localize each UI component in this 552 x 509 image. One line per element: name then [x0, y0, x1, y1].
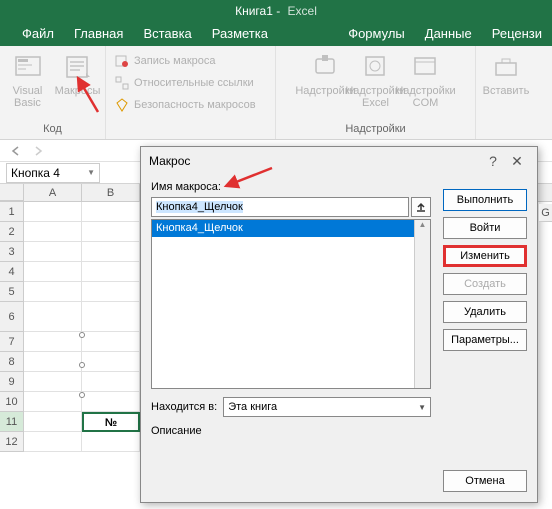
- doc-title: Книга1: [235, 4, 273, 18]
- active-cell[interactable]: №: [82, 412, 140, 432]
- macro-name-label: Имя макроса:: [151, 181, 431, 193]
- macro-name-input[interactable]: Кнопка4_Щелчок: [151, 197, 409, 217]
- macros-icon: [62, 51, 94, 83]
- record-icon: [114, 53, 130, 69]
- tab-review[interactable]: Рецензи: [482, 22, 552, 46]
- macro-security-button[interactable]: Безопасность макросов: [110, 94, 260, 116]
- visual-basic-button[interactable]: Visual Basic: [3, 48, 53, 118]
- row-header[interactable]: 2: [0, 222, 24, 242]
- ribbon: Visual Basic Макросы Код Запись макроса …: [0, 46, 552, 140]
- resize-handle[interactable]: [79, 392, 85, 398]
- name-box[interactable]: Кнопка 4 ▼: [6, 163, 100, 183]
- location-label: Находится в:: [151, 401, 217, 413]
- macros-button[interactable]: Макросы: [53, 48, 103, 118]
- chevron-down-icon: ▼: [418, 403, 426, 412]
- scrollbar[interactable]: [414, 220, 430, 388]
- redo-icon[interactable]: [30, 143, 46, 159]
- close-button[interactable]: ✕: [505, 153, 529, 170]
- row-header[interactable]: 11: [0, 412, 24, 432]
- addins-icon: [310, 51, 342, 83]
- tab-insert[interactable]: Вставка: [133, 22, 201, 46]
- toolbox-icon: [490, 51, 522, 83]
- select-all-corner[interactable]: [0, 184, 24, 201]
- security-icon: [114, 97, 130, 113]
- col-header-g[interactable]: G: [538, 204, 552, 222]
- step-into-button[interactable]: Войти: [443, 217, 527, 239]
- col-header-a[interactable]: A: [24, 184, 82, 201]
- tab-data[interactable]: Данные: [415, 22, 482, 46]
- dialog-title: Макрос: [149, 154, 190, 168]
- resize-handle[interactable]: [79, 332, 85, 338]
- goto-button[interactable]: [411, 197, 431, 217]
- row-header[interactable]: 7: [0, 332, 24, 352]
- create-button: Создать: [443, 273, 527, 295]
- macro-dialog: Макрос ? ✕ Имя макроса: Кнопка4_Щелчок К…: [140, 146, 538, 503]
- ribbon-tabs: Файл Главная Вставка Разметка страницы Ф…: [0, 22, 552, 46]
- record-macro-button[interactable]: Запись макроса: [110, 50, 220, 72]
- options-button[interactable]: Параметры...: [443, 329, 527, 351]
- description-label: Описание: [151, 425, 431, 437]
- row-header[interactable]: 3: [0, 242, 24, 262]
- title-bar: Книга1 - Excel: [0, 0, 552, 22]
- row-header[interactable]: 8: [0, 352, 24, 372]
- row-header[interactable]: 12: [0, 432, 24, 452]
- addins-group-label: Надстройки: [345, 123, 405, 137]
- cancel-button[interactable]: Отмена: [443, 470, 527, 492]
- row-header[interactable]: 10: [0, 392, 24, 412]
- row-header[interactable]: 4: [0, 262, 24, 282]
- location-select[interactable]: Эта книга ▼: [223, 397, 431, 417]
- relative-refs-button[interactable]: Относительные ссылки: [110, 72, 258, 94]
- run-button[interactable]: Выполнить: [443, 189, 527, 211]
- addins-button[interactable]: Надстройки: [301, 48, 351, 118]
- relative-icon: [114, 75, 130, 91]
- com-addins-icon: [410, 51, 442, 83]
- list-item[interactable]: Кнопка4_Щелчок: [152, 220, 430, 237]
- delete-button[interactable]: Удалить: [443, 301, 527, 323]
- tab-home[interactable]: Главная: [64, 22, 133, 46]
- row-header[interactable]: 6: [0, 302, 24, 332]
- app-name: Excel: [288, 4, 317, 18]
- code-group-label: Код: [43, 123, 62, 137]
- insert-control-button[interactable]: Вставить: [481, 48, 531, 118]
- dialog-titlebar[interactable]: Макрос ? ✕: [141, 147, 537, 175]
- tab-page-layout[interactable]: Разметка страницы: [202, 22, 338, 46]
- row-header[interactable]: 5: [0, 282, 24, 302]
- row-header[interactable]: 9: [0, 372, 24, 392]
- excel-addins-button[interactable]: Надстройки Excel: [351, 48, 401, 118]
- vb-icon: [12, 51, 44, 83]
- chevron-down-icon[interactable]: ▼: [87, 168, 95, 177]
- vb-label: Visual Basic: [13, 85, 43, 109]
- help-button[interactable]: ?: [481, 153, 505, 169]
- resize-handle[interactable]: [79, 362, 85, 368]
- tab-file[interactable]: Файл: [12, 22, 64, 46]
- macros-label: Макросы: [55, 85, 101, 97]
- edit-button[interactable]: Изменить: [443, 245, 527, 267]
- com-addins-button[interactable]: Надстройки COM: [401, 48, 451, 118]
- tab-formulas[interactable]: Формулы: [338, 22, 415, 46]
- macro-list[interactable]: Кнопка4_Щелчок: [151, 219, 431, 389]
- row-header[interactable]: 1: [0, 202, 24, 222]
- excel-addins-icon: [360, 51, 392, 83]
- col-header-b[interactable]: B: [82, 184, 140, 201]
- undo-icon[interactable]: [8, 143, 24, 159]
